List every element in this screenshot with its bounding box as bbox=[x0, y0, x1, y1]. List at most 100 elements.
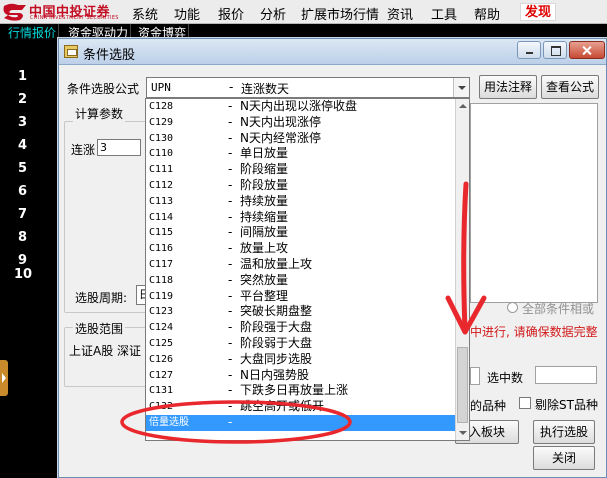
menu-analysis[interactable]: 分析 bbox=[260, 4, 286, 23]
dropdown-option[interactable]: C118 - 突然放量 bbox=[146, 273, 457, 289]
menu-system[interactable]: 系统 bbox=[132, 4, 158, 23]
option-separator: - bbox=[228, 225, 233, 240]
annotation-arrow-icon bbox=[445, 181, 487, 335]
formula-name: 连涨数天 bbox=[241, 82, 290, 96]
minimize-button[interactable] bbox=[517, 41, 541, 59]
formula-select[interactable]: UPN - 连涨数天 bbox=[146, 77, 470, 98]
option-separator: - bbox=[228, 335, 233, 350]
logo-mark-icon bbox=[3, 3, 26, 21]
dropdown-option[interactable]: C131 - 下跌多日再放量上涨 bbox=[146, 383, 457, 399]
range-list[interactable]: 上证A股 深证 bbox=[69, 342, 149, 359]
side-panel-toggle[interactable] bbox=[0, 360, 8, 396]
row-number: 3 bbox=[18, 115, 28, 130]
option-code: C124 bbox=[149, 322, 174, 334]
option-code: C114 bbox=[149, 211, 174, 223]
chevron-down-icon[interactable] bbox=[453, 78, 469, 97]
dropdown-option[interactable]: C128 - N天内出现以涨停收盘 bbox=[146, 99, 457, 115]
menu-quote[interactable]: 报价 bbox=[218, 4, 244, 23]
dropdown-rows: C128- N天内出现以涨停收盘 C129- N天内出现涨停 C130- N天内经常涨停 C… bbox=[146, 99, 457, 431]
option-separator: - bbox=[228, 193, 233, 208]
menu-help[interactable]: 帮助 bbox=[474, 4, 500, 23]
scroll-thumb[interactable] bbox=[457, 347, 468, 423]
option-separator: - bbox=[228, 209, 233, 224]
option-name: 间隔放量 bbox=[240, 225, 289, 240]
scroll-down-icon[interactable] bbox=[456, 426, 469, 440]
formula-dropdown-list[interactable]: C128- N天内出现以涨停收盘 C129- N天内出现涨停 C130- N天内经常涨停 C… bbox=[145, 98, 470, 441]
dropdown-option[interactable]: C114 - 持续缩量 bbox=[146, 210, 457, 226]
option-code: C116 bbox=[149, 243, 174, 255]
option-name: 大盘同步选股 bbox=[240, 351, 313, 366]
row-number: 5 bbox=[18, 161, 28, 176]
option-code: C130 bbox=[149, 132, 174, 144]
dropdown-option[interactable]: C126 - 大盘同步选股 bbox=[146, 352, 457, 368]
option-separator: - bbox=[228, 146, 233, 161]
dropdown-option[interactable]: C119 - 平台整理 bbox=[146, 289, 457, 305]
period-label: 选股周期: bbox=[75, 291, 128, 305]
option-name: 阶段弱于大盘 bbox=[240, 335, 313, 350]
dropdown-option[interactable]: C124 - 阶段强于大盘 bbox=[146, 320, 457, 336]
option-name: 单日放量 bbox=[240, 146, 289, 161]
option-separator: - bbox=[228, 162, 233, 177]
dropdown-option[interactable]: C129 - N天内出现涨停 bbox=[146, 115, 457, 131]
menu-tools[interactable]: 工具 bbox=[431, 4, 457, 23]
option-code: C126 bbox=[149, 353, 174, 365]
tab-market-quotes[interactable]: 行情报价 bbox=[6, 24, 60, 43]
dropdown-option[interactable]: C116 - 放量上攻 bbox=[146, 241, 457, 257]
menu-news[interactable]: 资讯 bbox=[387, 4, 413, 23]
close-button[interactable]: 关闭 bbox=[533, 446, 595, 470]
menu-extended-market[interactable]: 扩展市场行情 bbox=[301, 4, 379, 23]
option-separator: - bbox=[228, 367, 233, 382]
all-conditions-or-radio[interactable] bbox=[507, 302, 518, 313]
option-name: 突破长期盘整 bbox=[240, 304, 313, 319]
view-formula-button[interactable]: 查看公式 bbox=[541, 75, 599, 99]
selected-count-label: 选中数 bbox=[487, 371, 524, 385]
option-separator: - bbox=[228, 177, 233, 192]
option-code: C118 bbox=[149, 274, 174, 286]
option-code: C128 bbox=[149, 101, 174, 112]
usage-notes-button[interactable]: 用法注释 bbox=[479, 75, 537, 99]
dropdown-option[interactable]: C115 - 间隔放量 bbox=[146, 225, 457, 241]
exclude-st-label: 剔除ST品种 bbox=[535, 398, 598, 412]
option-code: C131 bbox=[149, 385, 174, 397]
option-code: C123 bbox=[149, 306, 174, 318]
option-name: N日内强势股 bbox=[240, 367, 309, 382]
dialog-titlebar[interactable]: 条件选股 bbox=[59, 39, 606, 65]
option-code: C111 bbox=[149, 164, 174, 176]
option-separator: - bbox=[228, 272, 233, 287]
dropdown-option[interactable]: C111 - 阶段缩量 bbox=[146, 162, 457, 178]
exclude-st-checkbox[interactable] bbox=[519, 397, 531, 409]
dropdown-option[interactable]: C127 - N日内强势股 bbox=[146, 368, 457, 384]
option-name: 下跌多日再放量上涨 bbox=[240, 383, 349, 398]
option-separator: - bbox=[228, 256, 233, 271]
option-code: C119 bbox=[149, 290, 174, 302]
menu-function[interactable]: 功能 bbox=[174, 4, 200, 23]
scroll-up-icon[interactable] bbox=[456, 99, 469, 113]
close-window-button[interactable] bbox=[569, 41, 605, 59]
range-title: 选股范围 bbox=[73, 320, 126, 337]
dropdown-option[interactable]: C113 - 持续放量 bbox=[146, 194, 457, 210]
dropdown-option[interactable]: C123 - 突破长期盘整 bbox=[146, 304, 457, 320]
option-name: N天内经常涨停 bbox=[240, 130, 321, 145]
option-code: C127 bbox=[149, 369, 174, 381]
dropdown-option[interactable]: C125 - 阶段弱于大盘 bbox=[146, 336, 457, 352]
consecutive-rise-input[interactable]: 3 bbox=[97, 139, 141, 156]
dropdown-option[interactable]: C117 - 温和放量上攻 bbox=[146, 257, 457, 273]
dropdown-option[interactable]: C110 - 单日放量 bbox=[146, 146, 457, 162]
option-code: C129 bbox=[149, 116, 174, 128]
formula-label: 条件选股公式 bbox=[67, 82, 140, 96]
row-number: 2 bbox=[18, 92, 28, 107]
all-conditions-or-label: 全部条件相或 bbox=[522, 302, 595, 316]
annotation-ellipse-icon bbox=[120, 400, 352, 444]
row-number: 10 bbox=[14, 267, 33, 282]
option-separator: - bbox=[228, 99, 233, 113]
varieties-label: 的品种 bbox=[470, 399, 507, 413]
dialog-title: 条件选股 bbox=[83, 48, 136, 63]
dropdown-option[interactable]: C112 - 阶段放量 bbox=[146, 178, 457, 194]
maximize-button[interactable] bbox=[543, 41, 567, 59]
row-number: 6 bbox=[18, 184, 28, 199]
execute-selection-button[interactable]: 执行选股 bbox=[533, 420, 595, 444]
option-code: C110 bbox=[149, 148, 174, 160]
menu-discover[interactable]: 发现 bbox=[520, 3, 557, 21]
option-code: C115 bbox=[149, 227, 174, 239]
dropdown-option[interactable]: C130 - N天内经常涨停 bbox=[146, 131, 457, 147]
